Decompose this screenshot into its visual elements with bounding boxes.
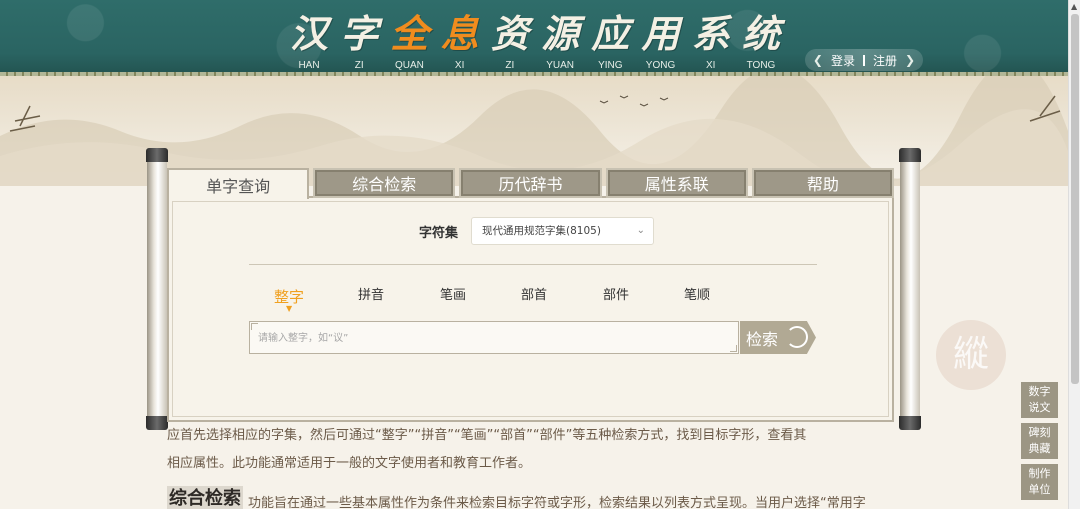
- scroll-ornament-icon: ❮: [812, 53, 823, 67]
- side-button-line: 数字: [1028, 385, 1051, 398]
- tab-label: 帮助: [806, 175, 839, 194]
- scroll-roller-left: [146, 148, 168, 430]
- scroll-ornament-icon: ❯: [905, 53, 916, 67]
- tab-label: 历代辞书: [498, 175, 563, 194]
- scrollbar-thumb[interactable]: [1071, 14, 1079, 384]
- mode-radical[interactable]: 部首: [521, 284, 547, 303]
- side-button-digital-shuowen[interactable]: 数字 说文: [1021, 382, 1058, 418]
- charset-label: 字符集: [419, 226, 459, 241]
- side-button-line: 典藏: [1028, 442, 1051, 455]
- title-char: 资: [490, 11, 529, 56]
- mode-strokes[interactable]: 笔画: [440, 284, 466, 303]
- pinyin-label: ZI: [505, 60, 515, 71]
- help-text-line: 相应属性。此功能通常适用于一般的文字使用者和教育工作者。: [167, 456, 532, 471]
- pinyin-label: YUAN: [546, 60, 574, 71]
- title-char: 应: [591, 11, 630, 56]
- search-input[interactable]: [258, 328, 728, 348]
- pinyin-label: XI: [454, 60, 465, 71]
- pinyin-label: QUAN: [394, 60, 424, 71]
- decorative-seal-icon: 縱: [936, 320, 1006, 390]
- header-banner: 汉 字 全 息 资 源 应 用 系 统 HAN ZI QUAN XI ZI YU…: [0, 0, 1068, 76]
- mode-component[interactable]: 部件: [603, 284, 629, 303]
- auth-bar: ❮ 登录 注册 ❯: [805, 49, 923, 71]
- mode-stroke-order[interactable]: 笔顺: [684, 284, 710, 303]
- title-char: 字: [340, 11, 379, 56]
- pinyin-label: ZI: [354, 60, 364, 71]
- tab-single-char[interactable]: 单字查询: [167, 168, 310, 199]
- charset-select[interactable]: 现代通用规范字集(8105) ⌄: [471, 217, 654, 245]
- pinyin-label: HAN: [298, 60, 320, 71]
- title-char: 系: [691, 11, 730, 56]
- pinyin-label: TONG: [746, 60, 776, 71]
- side-button-line: 制作: [1028, 467, 1051, 480]
- register-link[interactable]: 注册: [873, 52, 897, 69]
- pinyin-row: HAN ZI QUAN XI ZI YUAN YING YONG XI TONG: [285, 60, 785, 71]
- title-char: 息: [440, 11, 479, 56]
- help-text-line: 应首先选择相应的字集，然后可通过“整字”“拼音”“笔画”“部首”“部件”等五种检…: [167, 428, 807, 443]
- scroll-roller-right: [899, 148, 921, 430]
- search-box: [249, 321, 739, 354]
- charset-selected-value: 现代通用规范字集(8105): [482, 225, 601, 237]
- section-title: 综合检索: [167, 486, 243, 509]
- title-char: 汉: [289, 11, 328, 56]
- title-char: 源: [541, 11, 580, 56]
- side-button-line: 单位: [1028, 483, 1051, 496]
- site-title: 汉 字 全 息 资 源 应 用 系 统: [285, 10, 785, 60]
- search-button-label: 检索: [746, 329, 779, 349]
- tab-advanced-search[interactable]: 综合检索: [313, 168, 456, 198]
- title-char: 用: [641, 11, 680, 56]
- side-button-producers[interactable]: 制作 单位: [1021, 464, 1058, 500]
- tab-label: 单字查询: [206, 176, 271, 196]
- side-button-line: 说文: [1028, 401, 1051, 414]
- divider: [249, 264, 817, 265]
- swirl-ornament-icon: [786, 326, 808, 348]
- tab-attribute-links[interactable]: 属性系联: [605, 168, 748, 198]
- tab-historical-dictionaries[interactable]: 历代辞书: [459, 168, 602, 198]
- title-char: 统: [741, 11, 780, 56]
- tab-help[interactable]: 帮助: [751, 168, 895, 198]
- main-tabs: 单字查询 综合检索 历代辞书 属性系联 帮助: [167, 168, 895, 199]
- title-char: 全: [390, 11, 429, 56]
- page-scrollbar[interactable]: ▲: [1068, 0, 1080, 509]
- login-link[interactable]: 登录: [831, 52, 855, 69]
- tab-label: 综合检索: [352, 175, 417, 194]
- seal-character: 縱: [952, 334, 989, 375]
- active-indicator-icon: ▼: [286, 304, 293, 313]
- chevron-down-icon: ⌄: [636, 225, 645, 236]
- tab-label: 属性系联: [644, 175, 709, 194]
- pinyin-label: YING: [598, 60, 623, 71]
- scroll-up-arrow-icon[interactable]: ▲: [1071, 2, 1077, 11]
- pinyin-label: XI: [706, 60, 716, 71]
- auth-separator: [863, 54, 865, 66]
- section-text: 功能旨在通过一些基本属性作为条件来检索目标字符或字形，检索结果以列表方式呈现。当…: [248, 496, 866, 509]
- side-button-stele-collection[interactable]: 碑刻 典藏: [1021, 423, 1058, 459]
- side-button-line: 碑刻: [1028, 426, 1051, 439]
- mode-pinyin[interactable]: 拼音: [358, 284, 384, 303]
- search-button[interactable]: 检索: [740, 321, 816, 354]
- pinyin-label: YONG: [645, 60, 676, 71]
